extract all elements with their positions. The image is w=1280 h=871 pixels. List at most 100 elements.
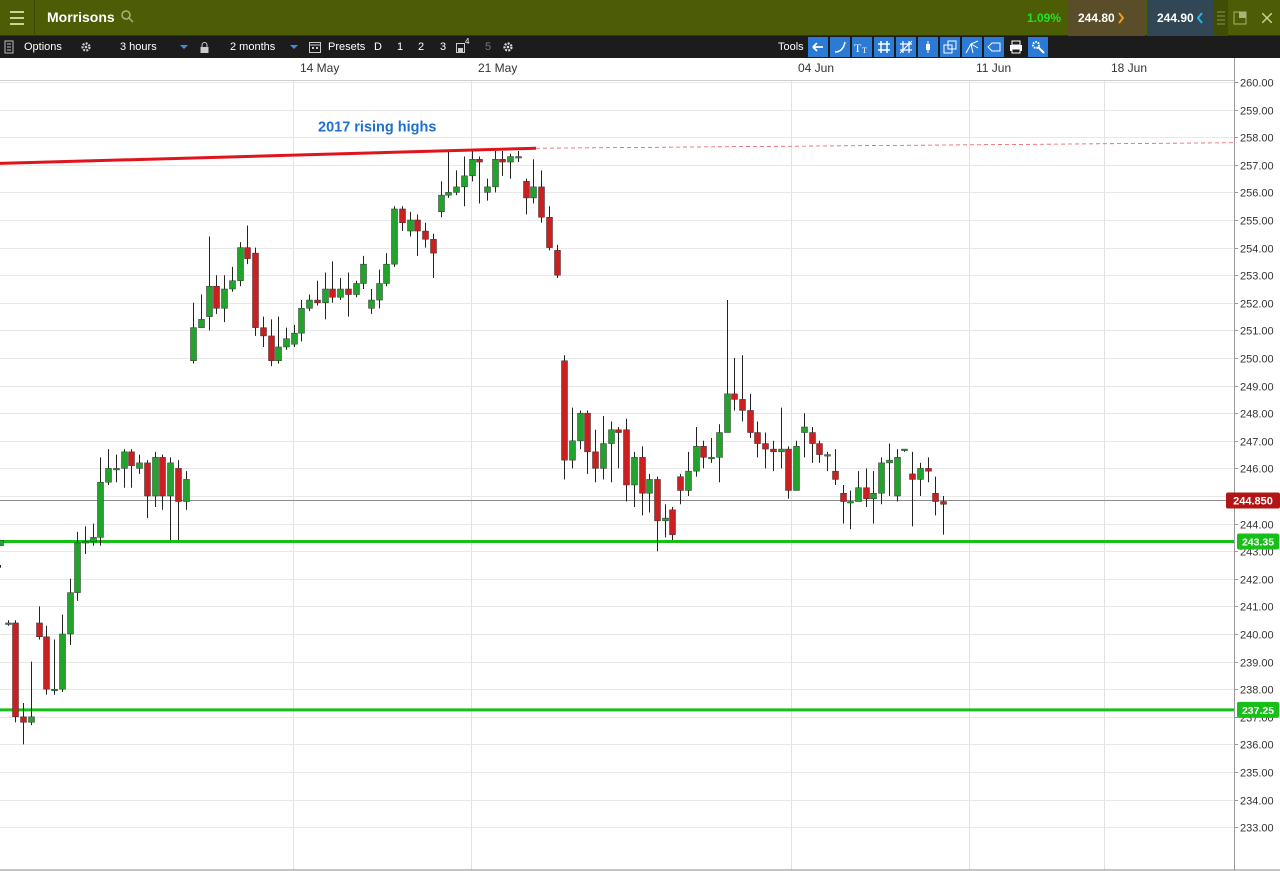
close-button[interactable] <box>1253 0 1280 36</box>
candle-body <box>322 288 329 304</box>
lock-icon[interactable] <box>200 36 209 58</box>
preset-1[interactable]: 1 <box>397 36 403 58</box>
calendar-icon[interactable] <box>309 36 321 58</box>
settings-gear-icon[interactable] <box>80 36 92 58</box>
candle-down <box>615 427 622 469</box>
tool-settings-icon[interactable] <box>1028 37 1048 57</box>
candle-body <box>12 622 19 718</box>
menu-button[interactable] <box>0 0 35 36</box>
y-tick-label: 251.00 <box>1240 326 1274 338</box>
candle-down <box>863 468 870 508</box>
candle-up <box>291 324 298 347</box>
range-select[interactable]: 2 months <box>230 39 298 55</box>
search-icon[interactable] <box>121 10 134 23</box>
candle-body <box>252 252 259 328</box>
fibonacci-tool-icon[interactable] <box>896 37 916 57</box>
x-axis: 14 May 21 May 04 Jun 11 Jun 18 Jun <box>0 58 1280 81</box>
candle-up <box>778 407 785 469</box>
support-price-label: 237.25 <box>1242 705 1274 717</box>
candle-up <box>368 289 375 314</box>
chart-grid <box>0 58 1234 870</box>
candle-body <box>43 636 50 690</box>
preset-5[interactable]: 5 <box>485 36 491 58</box>
preset-d[interactable]: D <box>374 36 382 58</box>
candle-body <box>623 429 630 486</box>
y-tick-label: 240.00 <box>1240 630 1274 642</box>
candle-body <box>530 186 537 199</box>
candle-body <box>546 216 553 248</box>
candle-body <box>747 410 754 433</box>
pitchfork-tool-icon[interactable] <box>962 37 982 57</box>
candle-down <box>677 473 684 505</box>
candle-body <box>708 457 715 460</box>
candle-down <box>785 446 792 499</box>
preset-4[interactable]: 4 <box>456 36 469 58</box>
candle-body <box>484 186 491 193</box>
preset-settings-gear-icon[interactable] <box>502 36 514 58</box>
text-tool-icon[interactable]: TT <box>852 37 872 57</box>
svg-text:T: T <box>854 41 862 54</box>
price-chart[interactable]: 14 May 21 May 04 Jun 11 Jun 18 Jun 260.00 259… <box>0 58 1280 871</box>
candle-body <box>940 501 947 505</box>
popout-button[interactable] <box>1229 0 1251 36</box>
drag-handle[interactable] <box>1214 0 1228 36</box>
candle-down <box>175 460 182 541</box>
options-doc-icon[interactable] <box>4 36 14 58</box>
candle-up <box>793 440 800 491</box>
candle-down <box>909 451 916 527</box>
grid-tool-icon[interactable] <box>874 37 894 57</box>
options-button[interactable]: Options <box>24 36 62 58</box>
print-icon[interactable] <box>1006 37 1026 57</box>
candle-up <box>306 294 313 312</box>
candle-body <box>97 481 104 538</box>
y-tick-label: 246.00 <box>1240 464 1274 476</box>
instrument-name: Morrisons <box>47 9 115 25</box>
candle-body <box>260 327 267 337</box>
candle-body <box>917 468 924 480</box>
candle-body <box>167 462 174 497</box>
label-tool-icon[interactable] <box>984 37 1004 57</box>
candle-body <box>840 492 847 502</box>
y-tick-label: 236.00 <box>1240 740 1274 752</box>
interval-select[interactable]: 3 hours <box>120 39 188 55</box>
candle-body <box>175 468 182 502</box>
back-arrow-tool-icon[interactable] <box>808 37 828 57</box>
candle-down <box>925 457 932 483</box>
candle-down <box>268 319 275 367</box>
candle-body <box>190 327 197 362</box>
candle-up <box>28 661 35 726</box>
y-tick-label: 247.00 <box>1240 437 1274 449</box>
y-tick-label: 235.00 <box>1240 768 1274 780</box>
candle-body <box>383 263 390 284</box>
candle-down <box>561 355 568 480</box>
candle-down <box>809 427 816 463</box>
candle-body <box>36 622 43 638</box>
sell-price-button[interactable]: 244.80 <box>1068 0 1145 36</box>
candle-down <box>36 606 43 640</box>
candle-body <box>105 468 112 483</box>
preset-2[interactable]: 2 <box>418 36 424 58</box>
candle-body <box>51 688 58 691</box>
preset-3[interactable]: 3 <box>440 36 446 58</box>
y-tick-label: 242.00 <box>1240 575 1274 587</box>
curve-tool-icon[interactable] <box>830 37 850 57</box>
x-tick-label: 04 Jun <box>798 61 834 75</box>
candle-up <box>337 277 344 301</box>
y-tick-label: 249.00 <box>1240 382 1274 394</box>
candle-down <box>700 440 707 469</box>
x-tick-label: 11 Jun <box>976 61 1011 75</box>
candle-body <box>399 208 406 224</box>
candle-body <box>639 457 646 494</box>
candle-up <box>322 272 329 320</box>
candle-body <box>430 239 437 254</box>
candle-up <box>121 449 128 488</box>
candle-body <box>337 288 344 298</box>
candle-tool-icon[interactable] <box>918 37 938 57</box>
candle-up <box>492 151 499 193</box>
y-tick-label: 233.00 <box>1240 823 1274 835</box>
channel-tool-icon[interactable] <box>940 37 960 57</box>
candle-up <box>608 421 615 483</box>
buy-price-button[interactable]: 244.90 <box>1147 0 1214 36</box>
candle-up <box>685 451 692 496</box>
candle-body <box>136 462 143 469</box>
